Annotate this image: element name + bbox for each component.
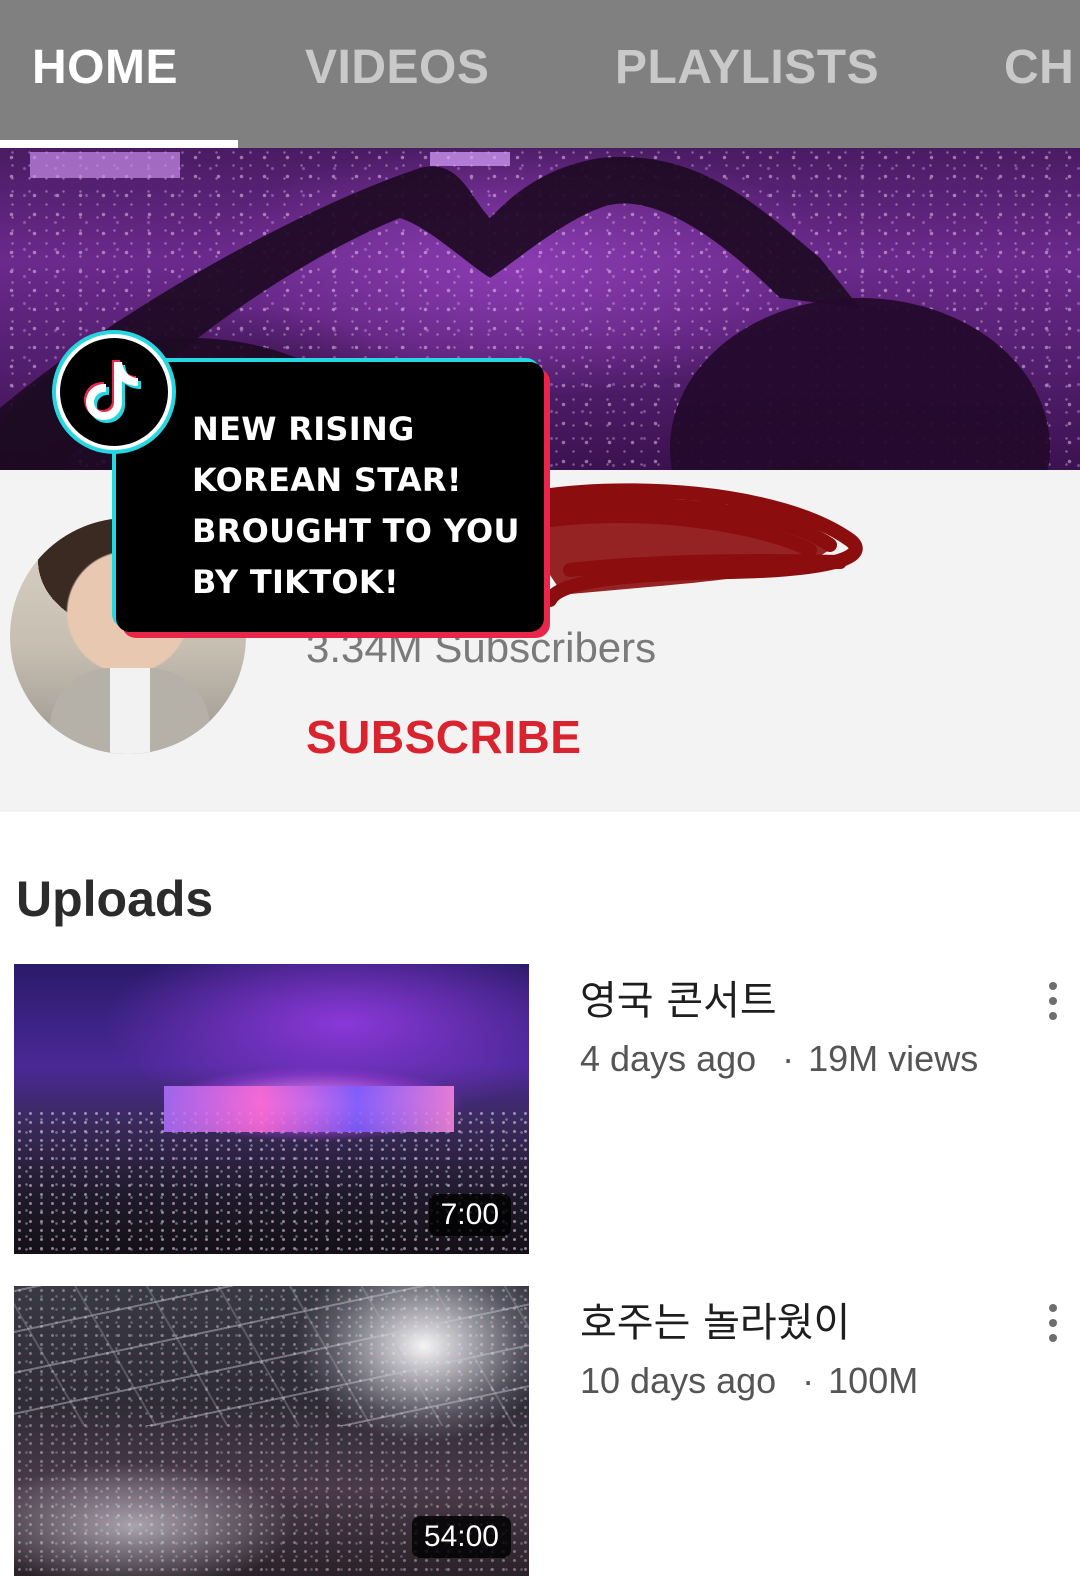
subscribe-button[interactable]: SUBSCRIBE [306, 710, 581, 764]
video-age: 4 days ago [580, 1038, 757, 1079]
tab-playlists[interactable]: PLAYLISTS [615, 40, 879, 95]
tiktok-caption: NEW RISING KOREAN STAR! BROUGHT TO YOU B… [192, 404, 532, 608]
tab-videos[interactable]: VIDEOS [305, 40, 489, 95]
duration-badge: 54:00 [411, 1516, 511, 1558]
meta-separator: · [802, 1360, 815, 1401]
meta-separator: · [782, 1038, 795, 1079]
video-thumbnail[interactable]: 54:00 [14, 1286, 529, 1576]
caption-line: KOREAN STAR! [192, 461, 462, 499]
stage-screens [164, 1086, 454, 1132]
duration-badge: 7:00 [428, 1194, 511, 1236]
channel-tab-bar: HOME VIDEOS PLAYLISTS CH [0, 0, 1080, 148]
caption-line: BY TIKTOK! [192, 563, 399, 601]
active-tab-indicator [0, 140, 238, 148]
video-meta: 4 days ago · 19M views [580, 1038, 978, 1080]
caption-line: BROUGHT TO YOU [192, 512, 520, 550]
video-views: 19M views [808, 1038, 979, 1079]
video-views: 100M [828, 1360, 919, 1401]
video-age: 10 days ago [580, 1360, 777, 1401]
tiktok-icon [56, 334, 172, 450]
tab-home[interactable]: HOME [32, 40, 178, 95]
tab-channels[interactable]: CH [1004, 40, 1074, 95]
video-thumbnail[interactable]: 7:00 [14, 964, 529, 1254]
video-title[interactable]: 영국 콘서트 [580, 968, 777, 1026]
more-options-icon[interactable] [1046, 1304, 1060, 1344]
video-item[interactable]: 7:00 영국 콘서트 4 days ago · 19M views [0, 964, 1080, 1256]
video-item[interactable]: 54:00 호주는 놀라웠이 10 days ago · 100M [0, 1286, 1080, 1578]
avatar-shirt [110, 668, 150, 754]
video-meta: 10 days ago · 100M [580, 1360, 918, 1402]
caption-line: NEW RISING [192, 410, 415, 448]
more-options-icon[interactable] [1046, 982, 1060, 1022]
uploads-heading: Uploads [16, 871, 214, 927]
video-title[interactable]: 호주는 놀라웠이 [580, 1290, 850, 1348]
